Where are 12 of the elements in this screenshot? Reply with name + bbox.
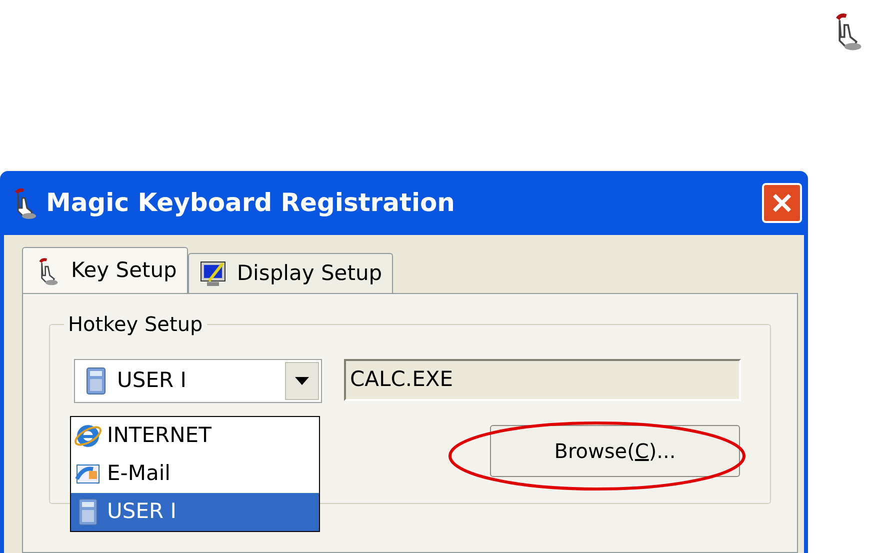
tab[interactable]: Key Setup xyxy=(22,247,188,293)
window-title: Magic Keyboard Registration xyxy=(46,187,455,220)
caret-icon xyxy=(295,377,309,385)
path-field[interactable]: CALC.EXE xyxy=(344,359,741,401)
close-icon xyxy=(771,192,793,214)
dropdown-option[interactable]: USER I xyxy=(71,493,319,531)
close-button[interactable] xyxy=(762,183,802,223)
dropdown-value: USER I xyxy=(117,367,188,394)
dropdown-arrow-button[interactable] xyxy=(285,362,319,400)
hotkey-dropdown[interactable]: USER I xyxy=(74,359,322,403)
browse-button[interactable]: Browse(C)... xyxy=(490,425,740,477)
tab[interactable]: Display Setup xyxy=(188,253,394,293)
